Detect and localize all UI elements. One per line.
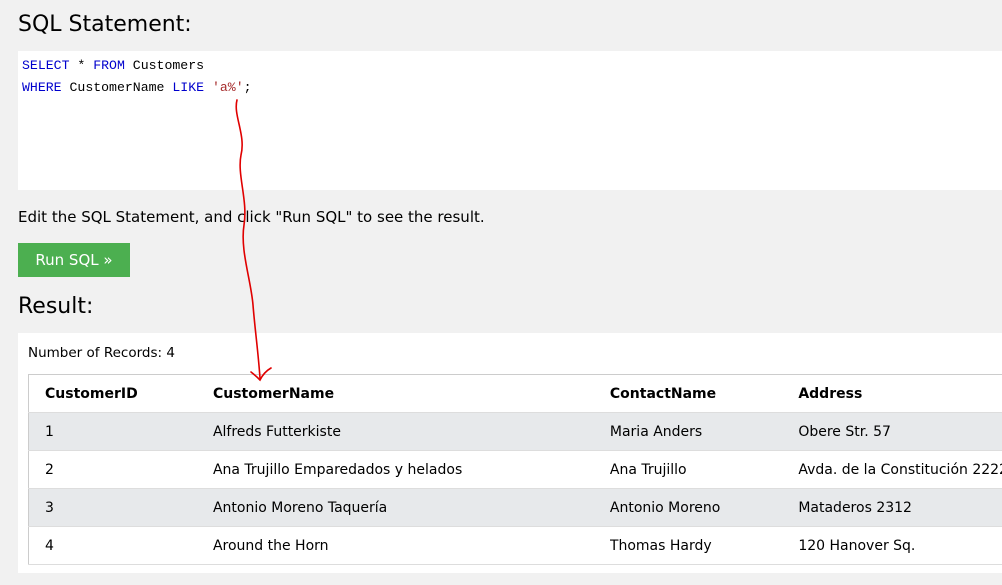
sql-text: ; — [243, 80, 252, 95]
sql-keyword: FROM — [93, 58, 125, 73]
sql-text: * — [69, 58, 94, 73]
sql-keyword: SELECT — [22, 58, 70, 73]
sql-keyword: WHERE — [22, 80, 62, 95]
cell-customerid: 3 — [45, 499, 54, 516]
cell-contactname: Maria Anders — [609, 423, 703, 440]
table-row: 2 Ana Trujillo Emparedados y helados Ana… — [28, 451, 1002, 489]
cell-address: Avda. de la Constitución 2222 — [798, 461, 1002, 478]
run-sql-button[interactable]: Run SQL » — [18, 243, 130, 277]
sql-line-2: WHERE CustomerName LIKE 'a%'; — [22, 77, 1002, 99]
sql-tryit-page: SQL Statement: SELECT * FROM Customers WH… — [0, 0, 1002, 585]
results-table: CustomerID CustomerName ContactName Addr… — [28, 374, 1002, 565]
column-header-customername: CustomerName — [212, 385, 335, 402]
cell-contactname: Ana Trujillo — [609, 461, 687, 478]
cell-contactname: Antonio Moreno — [609, 499, 721, 516]
sql-string-literal: 'a%' — [211, 80, 244, 95]
cell-customerid: 1 — [45, 423, 54, 440]
result-heading: Result: — [18, 294, 94, 319]
column-header-customerid: CustomerID — [45, 385, 138, 402]
cell-customerid: 4 — [45, 537, 54, 554]
cell-customername: Around the Horn — [212, 537, 329, 554]
column-header-address: Address — [798, 385, 863, 402]
sql-keyword: LIKE — [172, 80, 205, 95]
table-row: 3 Antonio Moreno Taquería Antonio Moreno… — [28, 488, 1002, 527]
table-header-row: CustomerID CustomerName ContactName Addr… — [28, 375, 1002, 413]
cell-customername: Alfreds Futterkiste — [212, 423, 341, 440]
table-row: 1 Alfreds Futterkiste Maria Anders Obere… — [28, 412, 1002, 451]
instructions-text: Edit the SQL Statement, and click "Run S… — [18, 208, 485, 226]
cell-address: 120 Hanover Sq. — [798, 537, 916, 554]
result-panel: Number of Records: 4 CustomerID Customer… — [18, 333, 1002, 573]
cell-customerid: 2 — [45, 461, 54, 478]
sql-text: Customers — [124, 58, 205, 73]
cell-contactname: Thomas Hardy — [609, 537, 712, 554]
record-count: Number of Records: 4 — [28, 345, 175, 361]
column-header-contactname: ContactName — [609, 385, 717, 402]
table-row: 4 Around the Horn Thomas Hardy 120 Hanov… — [28, 527, 1002, 565]
sql-statement-heading: SQL Statement: — [18, 12, 192, 37]
cell-address: Mataderos 2312 — [798, 499, 912, 516]
sql-text: CustomerName — [61, 80, 173, 95]
sql-editor[interactable]: SELECT * FROM Customers WHERE CustomerNam… — [18, 51, 1002, 190]
cell-address: Obere Str. 57 — [798, 423, 891, 440]
sql-line-1: SELECT * FROM Customers — [22, 55, 1002, 77]
cell-customername: Ana Trujillo Emparedados y helados — [212, 461, 463, 478]
cell-customername: Antonio Moreno Taquería — [212, 499, 388, 516]
